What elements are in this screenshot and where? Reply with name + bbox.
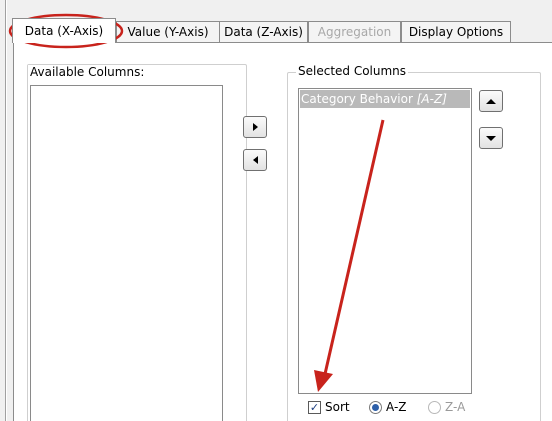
list-item[interactable]: Category Behavior [A-Z] <box>300 90 470 108</box>
sort-za-radio[interactable] <box>428 401 441 414</box>
move-up-button[interactable] <box>479 90 503 112</box>
window-border <box>5 0 7 421</box>
remove-column-button[interactable] <box>243 149 267 171</box>
add-column-button[interactable] <box>243 116 267 138</box>
selected-columns-title: Selected Columns <box>296 64 409 78</box>
sort-checkbox[interactable]: ✓ <box>308 401 321 414</box>
sort-order-hint: [A-Z] <box>416 92 447 106</box>
available-columns-title: Available Columns: <box>28 65 147 79</box>
sort-az-radio[interactable] <box>369 401 382 414</box>
arrow-up-icon <box>486 98 496 104</box>
tab-data-x-axis[interactable]: Data (X-Axis) <box>12 18 116 43</box>
arrow-right-icon <box>252 123 258 131</box>
tab-value-y-axis[interactable]: Value (Y-Axis) <box>116 21 220 42</box>
arrow-left-icon <box>252 156 258 164</box>
tab-pane: Available Columns: Selected Columns Cate… <box>13 42 552 421</box>
selected-columns-list[interactable]: Category Behavior [A-Z] <box>298 88 472 394</box>
column-name: Category Behavior <box>301 92 413 106</box>
available-columns-list[interactable] <box>30 85 223 421</box>
arrow-down-icon <box>486 135 496 141</box>
sort-label: Sort <box>325 400 350 414</box>
chart-options-dialog: Available Columns: Selected Columns Cate… <box>0 0 552 421</box>
sort-az-label: A-Z <box>386 400 407 414</box>
sort-za-label: Z-A <box>445 400 466 414</box>
tab-aggregation[interactable]: Aggregation <box>308 21 401 42</box>
tab-data-z-axis[interactable]: Data (Z-Axis) <box>219 21 308 42</box>
move-down-button[interactable] <box>479 127 503 149</box>
tab-display-options[interactable]: Display Options <box>401 21 511 42</box>
